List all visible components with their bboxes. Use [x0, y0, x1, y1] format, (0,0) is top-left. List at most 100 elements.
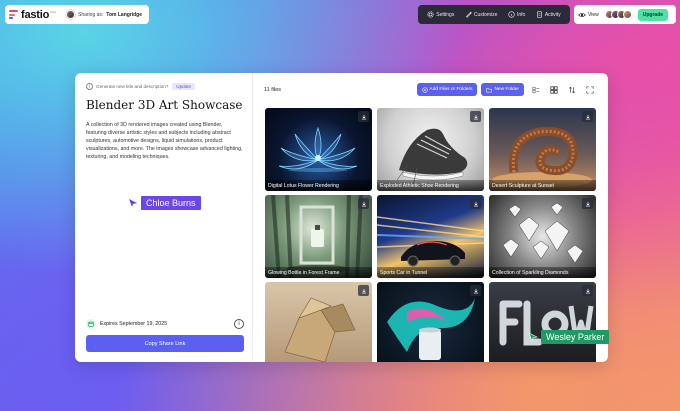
download-icon	[585, 114, 590, 119]
activity-label: Activity	[544, 11, 561, 18]
eye-icon	[578, 12, 586, 17]
brush-icon	[465, 11, 472, 18]
file-caption: Sports Car in Tunnel	[377, 267, 484, 278]
download-button[interactable]	[470, 285, 481, 296]
customize-label: Customize	[473, 11, 498, 18]
calendar-icon	[86, 319, 96, 329]
expiry-row: Expires September 19, 2025 i	[86, 319, 244, 329]
page-title[interactable]: Blender 3D Art Showcase	[86, 98, 243, 112]
bottle-image	[271, 195, 363, 278]
settings-button[interactable]: Settings	[427, 11, 454, 18]
file-tile[interactable]: Sports Car in Tunnel	[377, 195, 484, 278]
download-button[interactable]	[358, 285, 369, 296]
expand-icon	[585, 85, 594, 94]
download-button[interactable]	[582, 198, 593, 209]
file-tile[interactable]: Glowing Bottle in Forest Frame	[265, 195, 372, 278]
file-tile[interactable]	[489, 282, 596, 362]
share-panel: i Generate new title and description? Up…	[75, 73, 608, 362]
liquid-splash-image	[387, 298, 475, 360]
file-caption: Exploded Athletic Shoe Rendering	[377, 180, 484, 191]
brand-badge: beta	[50, 9, 56, 14]
sort-button[interactable]	[565, 83, 578, 96]
activity-button[interactable]: Activity	[536, 11, 561, 18]
download-icon	[361, 114, 366, 119]
top-toolbar: Settings Customize Info Activity	[418, 5, 570, 24]
share-details: i Generate new title and description? Up…	[75, 73, 253, 362]
new-folder-button[interactable]: New Folder	[481, 83, 524, 96]
info-button[interactable]: Info	[508, 11, 525, 18]
expiry-text[interactable]: Expires September 19, 2025	[100, 321, 167, 327]
file-grid: Digital Lotus Flower Rendering Exploded …	[265, 108, 596, 362]
document-icon	[536, 11, 542, 18]
new-folder-label: New Folder	[494, 87, 519, 92]
settings-label: Settings	[436, 11, 455, 18]
lotus-flower-image	[278, 126, 358, 172]
collaborator-name-tag: Wesley Parker	[541, 330, 610, 344]
customize-button[interactable]: Customize	[465, 11, 498, 18]
generate-prompt: Generate new title and description?	[96, 84, 169, 89]
info-label: Info	[516, 11, 526, 18]
download-button[interactable]	[470, 111, 481, 122]
header-right: View Upgrade	[574, 5, 676, 24]
cursor-arrow-icon	[528, 332, 538, 342]
file-caption: Digital Lotus Flower Rendering	[265, 180, 372, 191]
fastio-logo-icon	[9, 10, 18, 19]
diamonds-image	[502, 202, 584, 264]
gear-icon	[427, 11, 434, 18]
file-tile[interactable]: Collection of Sparkling Diamonds	[489, 195, 596, 278]
file-caption: Glowing Bottle in Forest Frame	[265, 267, 372, 278]
sharing-as-label: Sharing as:	[77, 11, 104, 18]
file-tile[interactable]: Digital Lotus Flower Rendering	[265, 108, 372, 191]
share-description[interactable]: A collection of 3D rendered images creat…	[86, 121, 244, 161]
sports-car-image	[377, 216, 484, 267]
download-icon	[585, 201, 590, 206]
files-count: 11 files	[264, 87, 282, 93]
download-icon	[473, 201, 478, 206]
desert-sculpture-image	[492, 126, 592, 188]
files-actions: Add Files or Folders New Folder	[413, 83, 596, 96]
download-button[interactable]	[470, 198, 481, 209]
folder-icon	[486, 87, 493, 92]
info-icon: i	[86, 83, 93, 90]
view-button[interactable]: View	[578, 11, 599, 19]
download-button[interactable]	[582, 285, 593, 296]
copy-share-link-button[interactable]: Copy Share Link	[86, 335, 244, 352]
help-icon[interactable]: i	[234, 319, 244, 329]
avatar	[622, 10, 632, 19]
sort-icon	[568, 86, 575, 93]
brand-bar: fastio beta Sharing as: Tom Langridge	[5, 5, 149, 24]
update-button[interactable]: Update	[172, 83, 196, 90]
sharing-as[interactable]: Sharing as: Tom Langridge	[65, 10, 143, 19]
view-label: View	[588, 11, 599, 18]
file-tile[interactable]	[377, 282, 484, 362]
cursor-arrow-icon	[129, 199, 137, 207]
plus-circle-icon	[421, 86, 428, 93]
file-caption: Collection of Sparkling Diamonds	[489, 267, 596, 278]
files-area: 11 files Add Files or Folders New Folder	[253, 73, 608, 362]
info-icon	[508, 11, 515, 18]
sharing-as-user: Tom Langridge	[106, 11, 143, 18]
brand-name[interactable]: fastio	[21, 9, 49, 21]
list-view-icon	[531, 86, 539, 93]
download-icon	[361, 201, 366, 206]
add-files-label: Add Files or Folders	[429, 87, 473, 92]
list-view-button[interactable]	[529, 83, 542, 96]
download-icon	[585, 288, 590, 293]
collaborator-avatars[interactable]	[604, 10, 632, 19]
collaborator-cursor-wesley: Wesley Parker	[528, 330, 610, 344]
download-button[interactable]	[358, 111, 369, 122]
download-icon	[361, 288, 366, 293]
file-tile[interactable]: Exploded Athletic Shoe Rendering	[377, 108, 484, 191]
download-button[interactable]	[358, 198, 369, 209]
add-files-button[interactable]: Add Files or Folders	[416, 83, 478, 96]
file-tile[interactable]	[265, 282, 372, 362]
grid-view-button[interactable]	[547, 83, 560, 96]
fullscreen-button[interactable]	[583, 83, 596, 96]
flow-typography-image	[499, 300, 594, 346]
grid-view-icon	[549, 85, 558, 94]
collaborator-cursor-chloe: Chloe Burns	[128, 196, 201, 210]
download-button[interactable]	[582, 111, 593, 122]
file-tile[interactable]: Desert Sculpture at Sunset	[489, 108, 596, 191]
download-icon	[473, 288, 478, 293]
upgrade-button[interactable]: Upgrade	[637, 8, 669, 21]
